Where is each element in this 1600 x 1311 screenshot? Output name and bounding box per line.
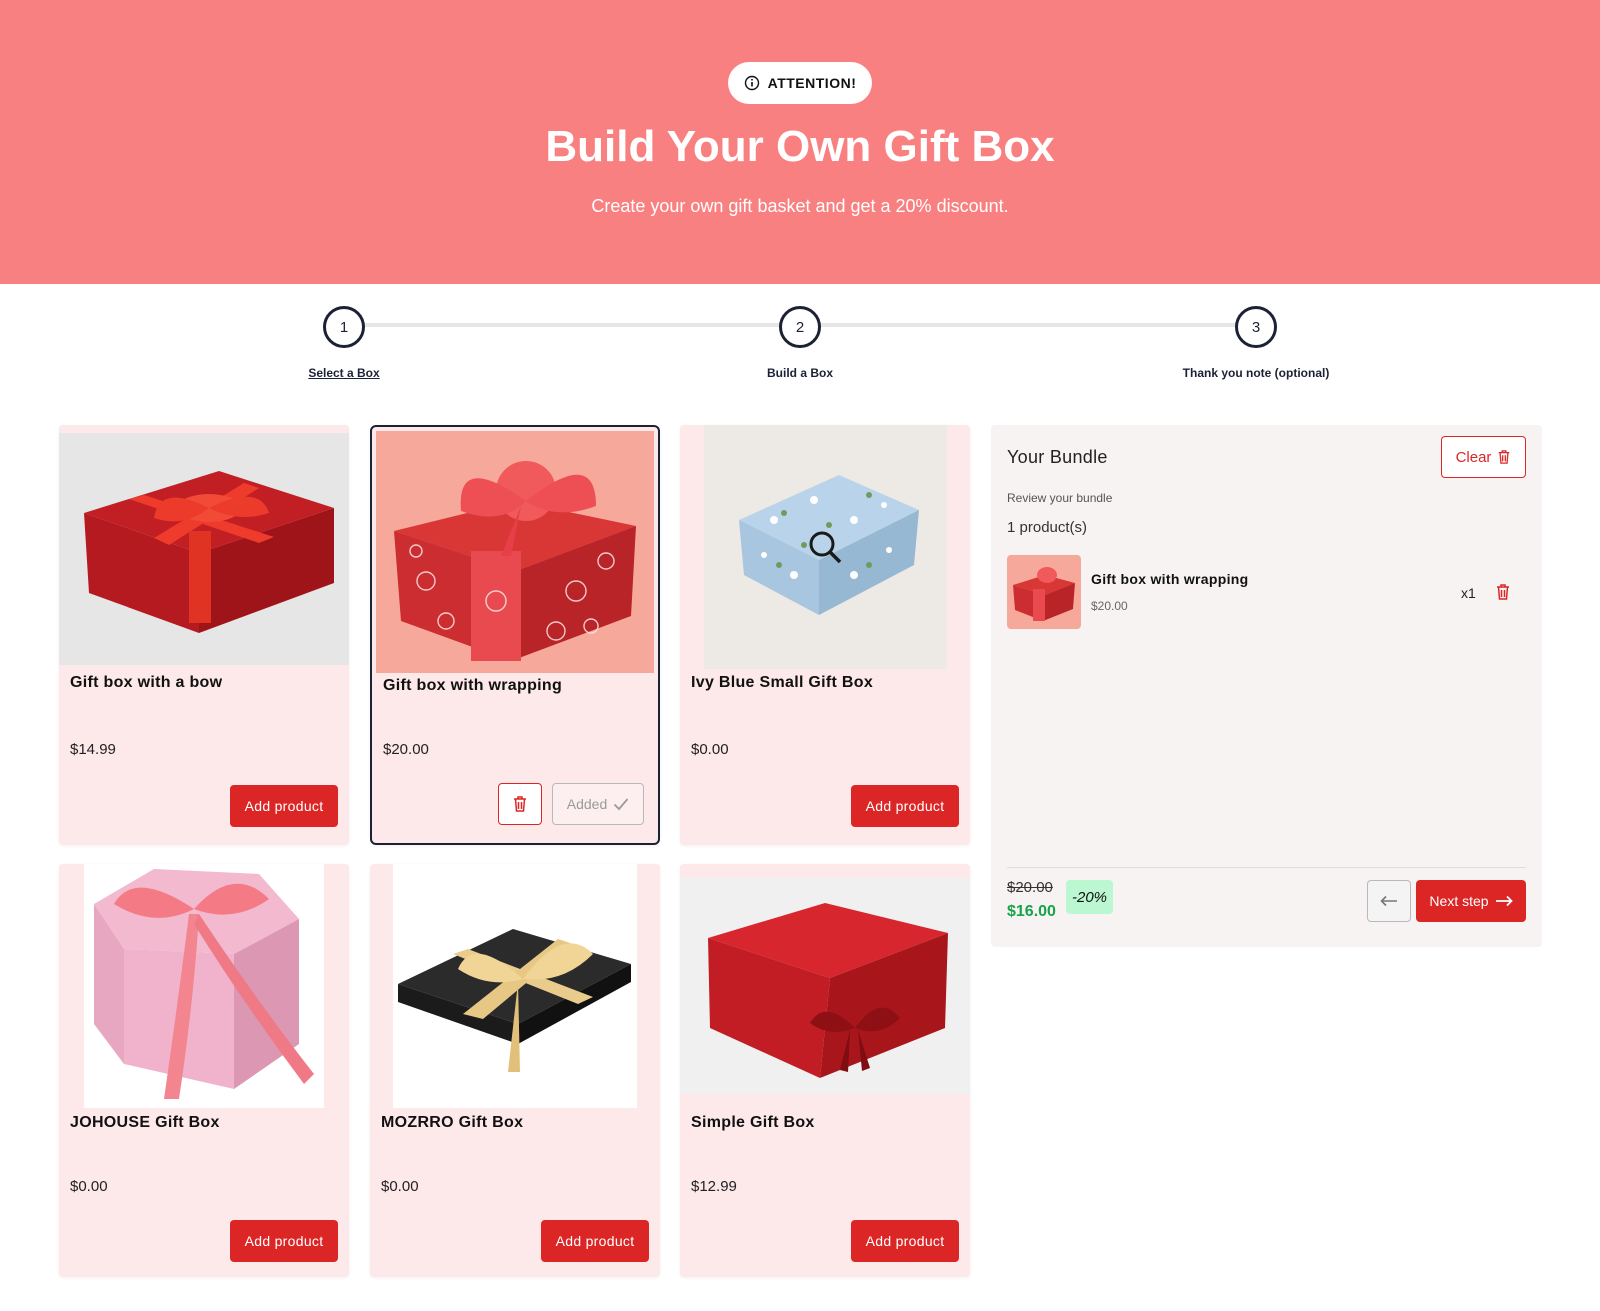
- arrow-right-icon: [1495, 895, 1513, 907]
- trash-icon[interactable]: [1495, 583, 1511, 601]
- product-price: $14.99: [70, 741, 116, 758]
- step-2-circle[interactable]: 2: [779, 306, 821, 348]
- bundle-item-name: Gift box with wrapping: [1091, 571, 1249, 587]
- add-product-button[interactable]: Add product: [541, 1220, 649, 1262]
- check-icon: [614, 798, 629, 811]
- product-name[interactable]: Gift box with wrapping: [383, 677, 562, 695]
- step-1-circle[interactable]: 1: [323, 306, 365, 348]
- product-card[interactable]: JOHOUSE Gift Box $0.00 Add product: [59, 864, 349, 1277]
- product-card[interactable]: Gift box with a bow $14.99 Add product: [59, 425, 349, 845]
- product-image[interactable]: [59, 433, 349, 665]
- step-1-label[interactable]: Select a Box: [244, 362, 444, 384]
- product-name[interactable]: Gift box with a bow: [70, 674, 222, 692]
- product-image[interactable]: [680, 878, 970, 1094]
- attention-text: ATTENTION!: [767, 75, 857, 91]
- product-image[interactable]: [84, 864, 324, 1108]
- product-image[interactable]: [393, 864, 637, 1108]
- zoom-icon[interactable]: [807, 529, 843, 565]
- arrow-left-icon: [1380, 895, 1397, 907]
- product-price: $12.99: [691, 1178, 737, 1195]
- back-button[interactable]: [1367, 880, 1411, 922]
- step-3-label[interactable]: Thank you note (optional): [1156, 362, 1356, 384]
- page-subtitle: Create your own gift basket and get a 20…: [591, 196, 1009, 216]
- product-price: $0.00: [381, 1178, 419, 1195]
- next-step-label: Next step: [1429, 893, 1489, 909]
- bundle-divider: [1007, 867, 1526, 868]
- bundle-title: Your Bundle: [1007, 447, 1108, 467]
- bundle-count: 1 product(s): [1007, 519, 1088, 536]
- product-name[interactable]: MOZRRO Gift Box: [381, 1114, 523, 1132]
- trash-icon: [1499, 450, 1510, 464]
- product-card[interactable]: Simple Gift Box $12.99 Add product: [680, 864, 970, 1277]
- step-connector: [821, 323, 1236, 327]
- add-product-button[interactable]: Add product: [851, 1220, 959, 1262]
- bundle-item-price: $20.00: [1091, 599, 1128, 613]
- add-product-button[interactable]: Add product: [851, 785, 959, 827]
- product-card-selected[interactable]: Gift box with wrapping $20.00 Added: [370, 425, 660, 845]
- discounted-price: $16.00: [1007, 903, 1056, 920]
- attention-badge: ATTENTION!: [728, 62, 872, 104]
- clear-label: Clear: [1455, 448, 1492, 466]
- bundle-review-text: Review your bundle: [1007, 491, 1113, 505]
- product-card[interactable]: MOZRRO Gift Box $0.00 Add product: [370, 864, 660, 1277]
- bundle-item-quantity: x1: [1461, 585, 1476, 601]
- product-price: $0.00: [70, 1178, 108, 1195]
- add-product-button[interactable]: Add product: [230, 785, 338, 827]
- info-icon: [744, 75, 759, 91]
- product-card[interactable]: Ivy Blue Small Gift Box $0.00 Add produc…: [680, 425, 970, 845]
- product-name[interactable]: Ivy Blue Small Gift Box: [691, 674, 873, 692]
- product-image[interactable]: [376, 431, 654, 673]
- product-name[interactable]: JOHOUSE Gift Box: [70, 1114, 220, 1132]
- product-price: $0.00: [691, 741, 729, 758]
- page-title: Build Your Own Gift Box: [545, 122, 1055, 171]
- step-connector: [365, 323, 780, 327]
- product-price: $20.00: [383, 741, 429, 758]
- hero-banner: ATTENTION! Build Your Own Gift Box Creat…: [0, 0, 1600, 284]
- bundle-item-thumbnail: [1007, 555, 1081, 629]
- trash-icon: [514, 796, 526, 812]
- discount-badge: -20%: [1066, 880, 1113, 914]
- step-2-label[interactable]: Build a Box: [700, 362, 900, 384]
- original-price: $20.00: [1007, 879, 1053, 896]
- bundle-panel: Your Bundle Clear Review your bundle 1 p…: [991, 425, 1542, 947]
- remove-product-button[interactable]: [498, 783, 542, 825]
- add-product-button[interactable]: Add product: [230, 1220, 338, 1262]
- product-name[interactable]: Simple Gift Box: [691, 1114, 815, 1132]
- product-image[interactable]: [704, 425, 947, 669]
- step-3-circle[interactable]: 3: [1235, 306, 1277, 348]
- added-button[interactable]: Added: [552, 783, 644, 825]
- clear-bundle-button[interactable]: Clear: [1441, 436, 1526, 478]
- next-step-button[interactable]: Next step: [1416, 880, 1526, 922]
- added-label: Added: [566, 796, 608, 812]
